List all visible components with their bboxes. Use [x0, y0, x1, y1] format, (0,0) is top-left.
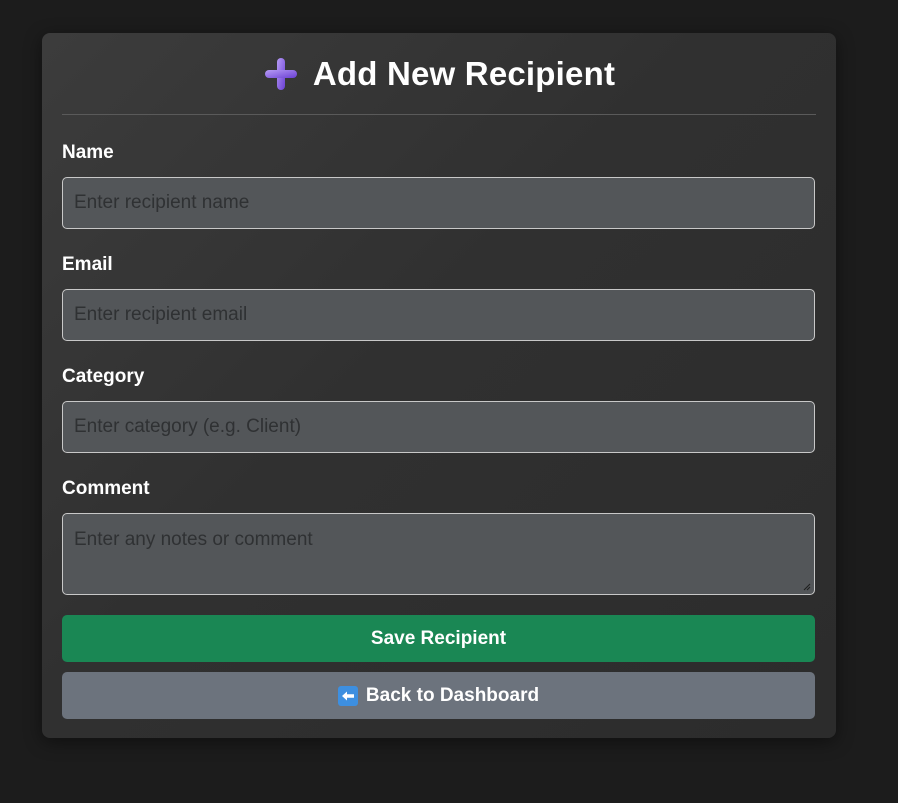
back-to-dashboard-button[interactable]: Back to Dashboard [62, 672, 815, 719]
header: Add New Recipient [62, 33, 816, 115]
comment-textarea[interactable] [62, 513, 815, 595]
category-label: Category [62, 366, 145, 387]
plus-icon [263, 56, 299, 92]
page-title: Add New Recipient [312, 54, 616, 92]
save-recipient-button[interactable]: Save Recipient [62, 615, 815, 662]
add-recipient-card: Add New Recipient Name Email Category Co… [42, 33, 836, 738]
save-button-label: Save Recipient [370, 627, 507, 649]
name-field-group: Name [62, 141, 816, 229]
name-label: Name [62, 142, 114, 163]
category-input[interactable] [62, 401, 815, 453]
comment-label: Comment [62, 478, 150, 499]
name-input[interactable] [62, 177, 815, 229]
comment-wrapper [62, 513, 815, 595]
resize-grip-icon[interactable] [803, 583, 811, 591]
comment-field-group: Comment [62, 477, 816, 595]
back-button-label: Back to Dashboard [365, 684, 540, 706]
category-field-group: Category [62, 365, 816, 453]
left-arrow-icon [337, 685, 358, 706]
email-label: Email [62, 254, 113, 275]
email-input[interactable] [62, 289, 815, 341]
email-field-group: Email [62, 253, 816, 341]
